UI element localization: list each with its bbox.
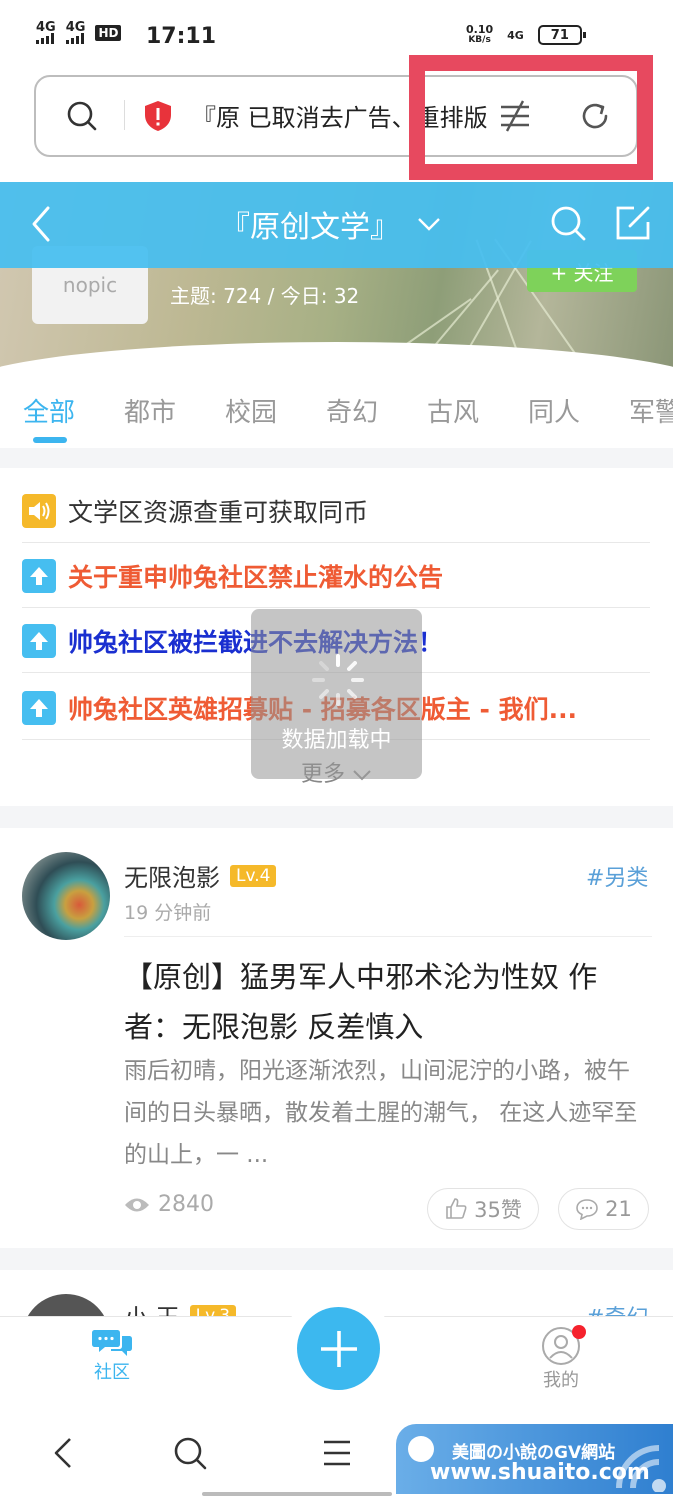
notice-item[interactable]: 文学区资源查重可获取同币 <box>22 479 650 543</box>
hd-voice-icon: HD <box>95 25 122 41</box>
network-speed: 0.10 KB/s <box>466 23 494 45</box>
chat-bubbles-icon <box>92 1330 132 1356</box>
notification-dot <box>572 1325 586 1339</box>
search-icon[interactable] <box>66 100 98 136</box>
level-badge: Lv.4 <box>230 864 277 887</box>
tab-mine[interactable]: 我的 <box>516 1326 606 1392</box>
plus-icon <box>320 1330 357 1367</box>
divider <box>124 936 652 937</box>
active-tab-indicator <box>33 437 67 443</box>
notice-text: 关于重申帅兔社区禁止灌水的公告 <box>68 562 444 592</box>
notice-text: 文学区资源查重可获取同币 <box>68 497 369 527</box>
highlight-annotation <box>409 55 653 180</box>
thumbs-up-icon <box>446 1198 467 1219</box>
tab-ancient[interactable]: 古风 <box>427 392 479 429</box>
forum-stats: 主题: 724 / 今日: 32 <box>170 284 360 308</box>
search-icon[interactable] <box>172 1435 208 1475</box>
loading-text: 数据加载中 <box>281 728 392 753</box>
shield-alert-icon[interactable] <box>142 99 174 137</box>
back-icon[interactable] <box>26 202 56 250</box>
tab-fantasy[interactable]: 奇幻 <box>326 392 378 429</box>
post-time: 19 分钟前 <box>124 902 212 924</box>
like-button[interactable]: 35赞 <box>427 1188 539 1230</box>
view-count: 2840 <box>124 1192 214 1217</box>
pin-top-icon <box>22 558 56 593</box>
post-author[interactable]: 无限泡影 Lv.4 <box>124 858 277 893</box>
home-indicator <box>202 1492 392 1496</box>
tab-military[interactable]: 军警 <box>629 392 673 429</box>
avatar[interactable] <box>22 852 110 940</box>
battery-icon: 71 <box>537 25 586 45</box>
post-title[interactable]: 【原创】猛男军人中邪术沦为性奴 作者：无限泡影 反差慎入 <box>124 952 649 1052</box>
signal-icon: 4G <box>36 21 56 44</box>
author-name: 无限泡影 <box>124 864 220 892</box>
pin-top-icon <box>22 690 56 725</box>
post-tag[interactable]: #另类 <box>586 860 648 892</box>
status-bar-right: 0.10 KB/s 4G 71 <box>466 23 586 46</box>
forum-title[interactable]: 『原创文学』 <box>220 202 442 246</box>
eye-icon <box>125 1198 149 1211</box>
comment-button[interactable]: 21 <box>558 1188 649 1230</box>
watermark-url: www.shuaito.com <box>430 1460 650 1485</box>
signal-icon: 4G <box>65 21 85 44</box>
post-excerpt: 雨后初晴，阳光逐渐浓烈，山间泥泞的小路，被午间的日头暴晒，散发着土腥的潮气， 在… <box>124 1058 638 1168</box>
search-icon[interactable] <box>549 204 587 246</box>
network-type: 4G <box>507 28 524 42</box>
add-post-button[interactable] <box>297 1307 380 1390</box>
back-icon[interactable] <box>50 1436 76 1474</box>
status-bar-left: 4G 4G HD <box>36 21 122 44</box>
tab-campus[interactable]: 校园 <box>225 392 277 429</box>
tab-urban[interactable]: 都市 <box>124 392 176 429</box>
menu-icon[interactable] <box>322 1438 352 1472</box>
chevron-down-icon <box>418 218 440 231</box>
edit-icon[interactable] <box>614 204 652 246</box>
comment-icon <box>576 1199 598 1220</box>
notice-item[interactable]: 关于重申帅兔社区禁止灌水的公告 <box>22 544 650 608</box>
speaker-icon <box>22 493 56 528</box>
tab-community[interactable]: 社区 <box>67 1326 157 1384</box>
loading-spinner-icon <box>310 652 366 712</box>
tab-all[interactable]: 全部 <box>23 392 75 429</box>
pin-top-icon <box>22 623 56 658</box>
tab-fanfic[interactable]: 同人 <box>528 392 580 429</box>
divider <box>124 100 125 130</box>
clock: 17:11 <box>146 24 217 49</box>
